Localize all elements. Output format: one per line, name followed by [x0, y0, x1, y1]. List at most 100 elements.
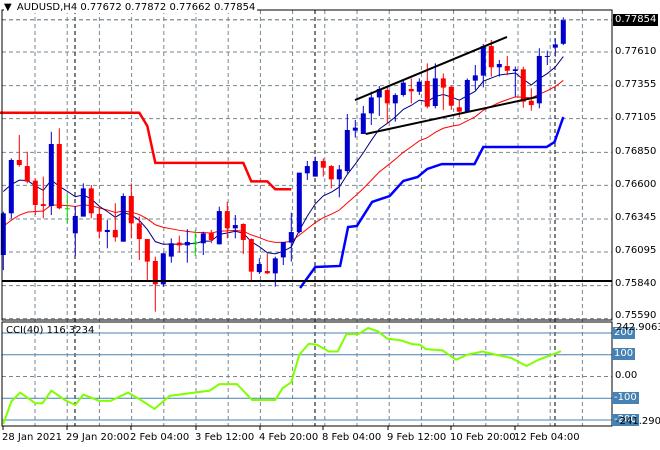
low-value: 0.77662 [169, 2, 211, 13]
candle [184, 229, 190, 263]
candle-body [176, 242, 182, 246]
drawn-objects[interactable] [2, 19, 612, 283]
candle [336, 164, 342, 198]
candle-body [128, 196, 134, 224]
candle [176, 235, 182, 253]
candle [48, 131, 54, 216]
candle-body [304, 166, 310, 174]
candle [464, 78, 470, 112]
candle-body [560, 19, 566, 44]
candle [496, 60, 502, 77]
candle [272, 256, 278, 287]
cci-panel-frame [1, 321, 613, 427]
candle-body [312, 161, 318, 177]
cci-level-100: 100 [612, 348, 636, 360]
candle [24, 151, 30, 184]
candle [56, 128, 62, 210]
candle-body [432, 78, 438, 106]
candle [40, 176, 46, 219]
candle-body [440, 78, 446, 88]
cci-panel [2, 326, 562, 425]
time-axis-label: 2 Feb 04:00 [130, 432, 190, 443]
candle-body [328, 166, 334, 180]
candle-body [264, 270, 270, 274]
candle-body [288, 232, 294, 243]
candle-body [184, 241, 190, 246]
candle-body [480, 46, 486, 76]
candle-body [280, 241, 286, 258]
cci-line [2, 326, 562, 425]
candle [128, 183, 134, 239]
candle-body [32, 180, 38, 205]
chart-canvas[interactable] [0, 0, 660, 450]
candle-body [136, 223, 142, 240]
price-axis-label: 0.76600 [615, 179, 657, 190]
candle [512, 66, 518, 97]
candle [72, 206, 78, 256]
candle-body [520, 69, 526, 102]
cci-level-minus-100: -100 [612, 392, 639, 404]
candle [144, 239, 150, 280]
time-axis-label: 9 Feb 12:00 [387, 432, 447, 443]
price-axis-label: 0.77355 [615, 79, 657, 90]
candles [0, 17, 566, 312]
chart-header: ▼ AUDUSD,H4 0.77672 0.77872 0.77662 0.77… [4, 2, 258, 13]
candle-body [368, 97, 374, 114]
open-value: 0.77672 [80, 2, 122, 13]
candle-body [544, 55, 550, 57]
candle-body [536, 55, 542, 104]
candle-body [208, 232, 214, 240]
candle [152, 256, 158, 312]
candle-body [80, 188, 86, 217]
candle-body [72, 215, 78, 234]
candle [136, 216, 142, 261]
candle-body [456, 107, 462, 112]
candle [32, 178, 38, 216]
time-axis-label: 8 Feb 04:00 [322, 432, 382, 443]
candle-body [112, 229, 118, 238]
candle [392, 93, 398, 122]
cci-value: 116.3234 [46, 325, 95, 336]
current-price-label: 0.77854 [613, 14, 659, 26]
candle-body [104, 229, 110, 233]
candle [368, 91, 374, 125]
candle-body [472, 75, 478, 81]
price-axis-label: 0.76345 [615, 212, 657, 223]
candle-body [16, 159, 22, 165]
price-axis-label: 0.75590 [615, 310, 657, 321]
candle [360, 105, 366, 134]
candle-body [168, 243, 174, 257]
candle-body [352, 127, 358, 131]
candle-body [120, 196, 126, 242]
candle-body [392, 95, 398, 104]
candle-body [144, 239, 150, 262]
candle [488, 39, 494, 77]
candle [256, 258, 262, 275]
candle [8, 158, 14, 219]
candle [16, 135, 22, 167]
time-axis-label: 28 Jan 2021 [2, 432, 62, 443]
candle-body [448, 86, 454, 106]
grid [2, 10, 612, 430]
candle-body [320, 161, 326, 168]
time-axis-label: 29 Jan 20:00 [66, 432, 130, 443]
candle-body [360, 113, 366, 134]
candle-body [96, 213, 102, 232]
candle-body [408, 88, 414, 92]
price-axis-label: 0.77610 [615, 46, 657, 57]
candle-body [384, 90, 390, 104]
collapse-triangle-icon[interactable]: ▼ [4, 2, 12, 13]
time-axis-label: 4 Feb 20:00 [259, 432, 319, 443]
symbol-label: AUDUSD,H4 [16, 2, 78, 13]
candle [504, 55, 510, 76]
candle [96, 208, 102, 239]
candle [440, 73, 446, 110]
high-value: 0.77872 [124, 2, 167, 13]
candle-body [424, 81, 430, 107]
candle-body [504, 65, 510, 71]
candle-body [344, 130, 350, 172]
candle [120, 193, 126, 242]
cci-label: CCI(40) [6, 325, 44, 336]
candle-body [512, 69, 518, 72]
candle-body [56, 144, 62, 209]
